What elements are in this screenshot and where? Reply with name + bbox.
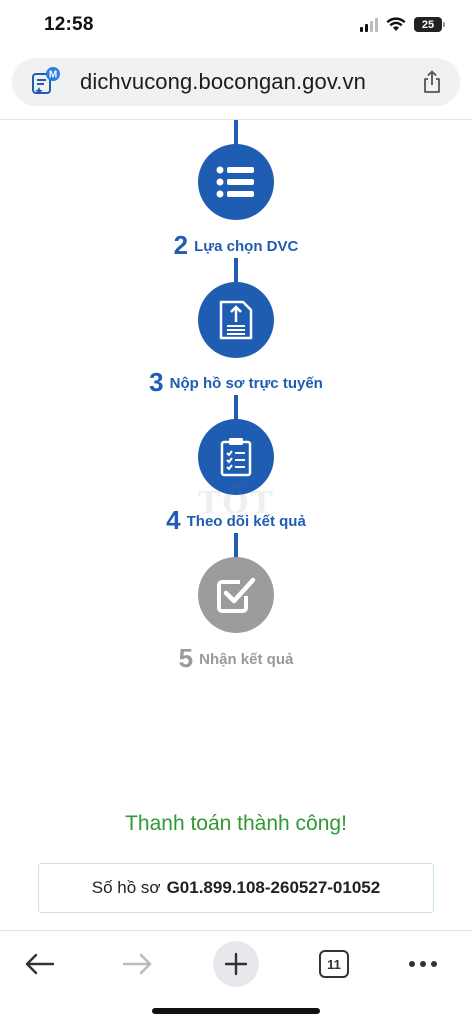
step-connector xyxy=(234,120,238,146)
status-time: 12:58 xyxy=(44,14,94,35)
file-number-label: Số hồ sơ xyxy=(91,878,161,897)
step-5-label: 5 Nhận kết quả xyxy=(0,643,472,674)
step-4-number: 4 xyxy=(166,505,181,535)
status-icons: 25 xyxy=(360,17,445,32)
file-number-box: Số hồ sơ G01.899.108-260527-01052 xyxy=(38,863,434,913)
list-icon xyxy=(216,166,254,198)
step-2-label: 2 Lựa chọn DVC xyxy=(0,230,472,261)
tabs-button[interactable]: 11 xyxy=(311,941,357,987)
wifi-icon xyxy=(386,17,406,31)
file-number-value: G01.899.108-260527-01052 xyxy=(166,878,381,897)
upload-document-icon xyxy=(219,300,253,340)
site-badge-icon[interactable]: M xyxy=(30,66,62,98)
arrow-left-icon xyxy=(25,953,55,975)
step-5-text: Nhận kết quả xyxy=(199,651,294,668)
site-badge-letter: M xyxy=(49,70,57,81)
signal-icon xyxy=(360,17,378,32)
step-3-text: Nộp hồ sơ trực tuyến xyxy=(169,375,323,392)
plus-icon xyxy=(224,952,248,976)
share-button[interactable] xyxy=(418,68,446,96)
step-2-number: 2 xyxy=(173,230,189,260)
back-button[interactable] xyxy=(17,941,63,987)
payment-success-message: Thanh toán thành công! xyxy=(125,812,347,835)
step-3-label: 3 Nộp hồ sơ trực tuyến xyxy=(0,367,472,398)
step-5-circle xyxy=(198,557,274,633)
step-connector xyxy=(234,258,238,284)
new-tab-button[interactable] xyxy=(213,941,259,987)
step-4-circle xyxy=(198,419,274,495)
tab-count-icon: 11 xyxy=(319,950,349,978)
more-dots-icon xyxy=(409,961,437,967)
battery-icon: 25 xyxy=(414,17,445,32)
step-4-text: Theo dõi kết quả xyxy=(186,513,306,530)
url-text[interactable]: dichvucong.bocongan.gov.vn xyxy=(80,69,366,95)
address-bar[interactable]: M dichvucong.bocongan.gov.vn xyxy=(12,58,460,106)
step-2-circle xyxy=(198,144,274,220)
step-3-number: 3 xyxy=(149,367,164,397)
status-bar: 12:58 25 xyxy=(0,0,472,50)
clipboard-checklist-icon xyxy=(220,438,252,477)
step-connector xyxy=(234,395,238,421)
home-indicator xyxy=(152,1008,320,1014)
step-2-text: Lựa chọn DVC xyxy=(194,238,299,255)
step-connector xyxy=(234,533,238,559)
checkbox-checked-icon xyxy=(217,577,256,613)
step-4-label: 4 Theo dõi kết quả xyxy=(0,505,472,536)
arrow-right-icon xyxy=(122,953,152,975)
step-5-number: 5 xyxy=(178,643,194,673)
more-menu-button[interactable] xyxy=(400,941,446,987)
share-icon xyxy=(424,70,440,93)
step-3-circle xyxy=(198,282,274,358)
forward-button[interactable] xyxy=(114,941,160,987)
